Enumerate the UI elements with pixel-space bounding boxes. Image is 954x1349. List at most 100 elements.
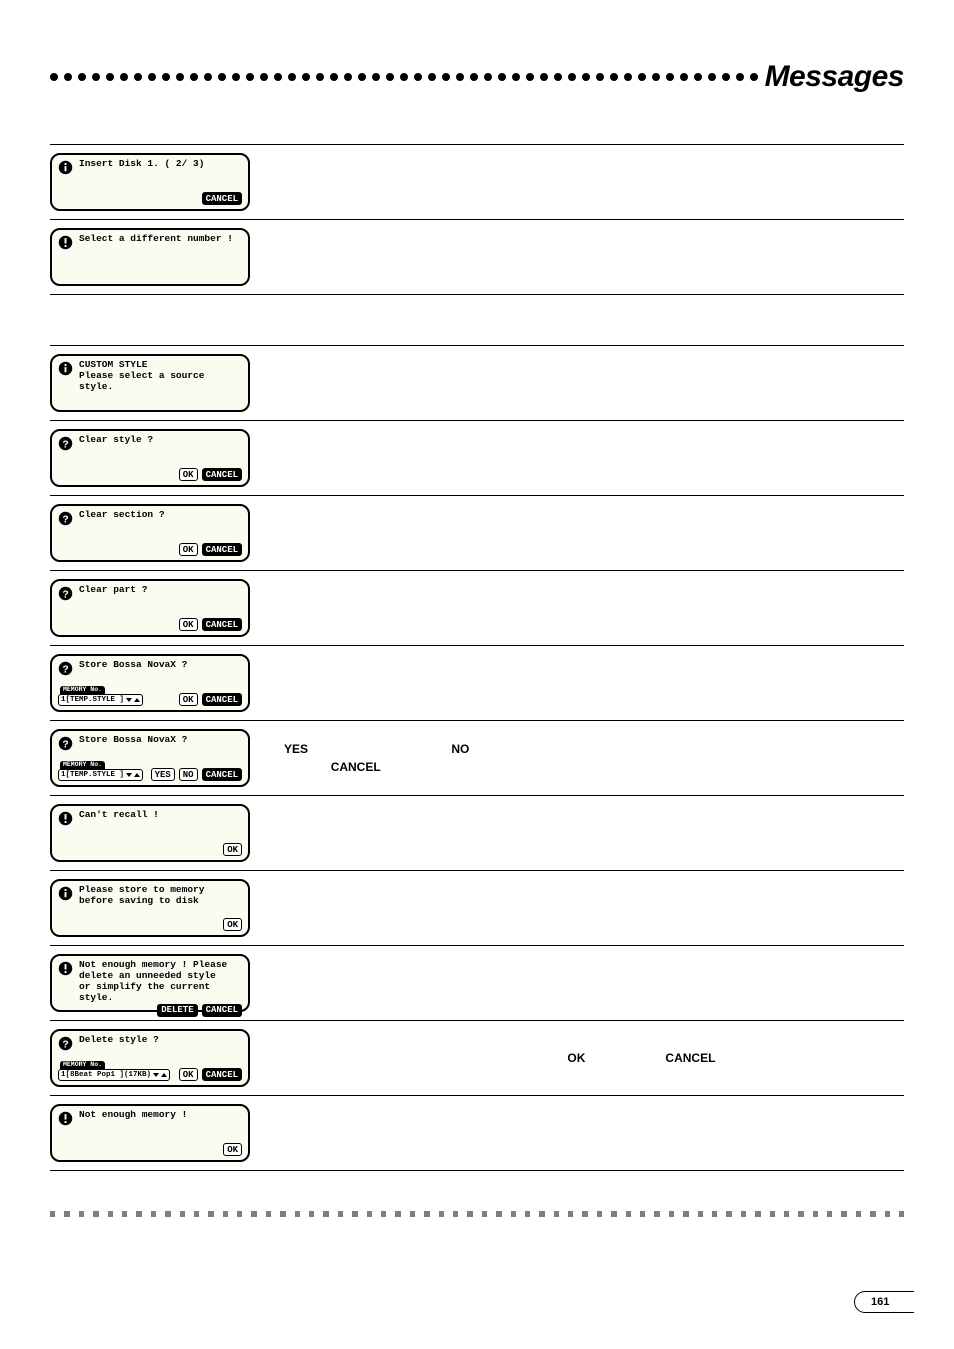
- footer-dots: [50, 1211, 904, 1217]
- cancel-button[interactable]: CANCEL: [202, 1004, 242, 1017]
- message-row: Store Bossa NovaX ? MEMORY No. 1[TEMP.ST…: [50, 721, 904, 796]
- lcd-panel: Select a different number !: [50, 228, 250, 286]
- lcd-message-text: Not enough memory !: [79, 1110, 187, 1121]
- lcd-panel: Please store to memory before saving to …: [50, 879, 250, 937]
- cancel-button[interactable]: CANCEL: [202, 543, 242, 556]
- lcd-panel: Delete style ? MEMORY No. 1[8Beat Pop1 ]…: [50, 1029, 250, 1087]
- lcd-panel: Can't recall ! OK: [50, 804, 250, 862]
- question-icon: [58, 511, 73, 526]
- ok-button[interactable]: OK: [223, 843, 242, 856]
- lcd-message-text: Clear style ?: [79, 435, 153, 446]
- lcd-message-text: Store Bossa NovaX ?: [79, 735, 187, 746]
- cancel-button[interactable]: CANCEL: [202, 768, 242, 781]
- lcd-column: Clear style ? OK CANCEL: [50, 421, 272, 495]
- ok-button[interactable]: OK: [179, 1068, 198, 1081]
- message-row: Select a different number !: [50, 220, 904, 295]
- lcd-column: Can't recall ! OK: [50, 796, 272, 870]
- cancel-button[interactable]: CANCEL: [202, 468, 242, 481]
- ok-button[interactable]: OK: [179, 468, 198, 481]
- yes-button[interactable]: YES: [151, 768, 175, 781]
- description-column: [272, 346, 904, 420]
- cancel-button[interactable]: CANCEL: [202, 693, 242, 706]
- lcd-message-text: Not enough memory ! Please delete an unn…: [79, 960, 227, 1004]
- page-header: Messages: [50, 60, 904, 94]
- memory-tab-label: MEMORY No.: [60, 1061, 105, 1069]
- message-row: Can't recall ! OK: [50, 796, 904, 871]
- exclaim-icon: [58, 811, 73, 826]
- cancel-button[interactable]: CANCEL: [202, 192, 242, 205]
- lcd-panel: Clear part ? OKCANCEL: [50, 579, 250, 637]
- no-button[interactable]: NO: [179, 768, 198, 781]
- memory-tab-label: MEMORY No.: [60, 761, 105, 769]
- memory-number-tab[interactable]: MEMORY No. 1[8Beat Pop1 ](17KB): [58, 1061, 170, 1081]
- lcd-button-row: MEMORY No. 1[8Beat Pop1 ](17KB) OK CANCEL: [58, 1061, 242, 1081]
- lcd-message-text: Clear section ?: [79, 510, 165, 521]
- lcd-button-row: OK CANCEL: [58, 468, 242, 481]
- page-number: 161: [854, 1291, 914, 1313]
- lcd-panel: Not enough memory ! OK: [50, 1104, 250, 1162]
- lcd-column: Insert Disk 1. ( 2/ 3) CANCEL: [50, 145, 272, 219]
- description-column: [272, 571, 904, 645]
- message-row: Please store to memory before saving to …: [50, 871, 904, 946]
- ok-button[interactable]: OK: [223, 918, 242, 931]
- memory-tab-body: 1[8Beat Pop1 ](17KB): [58, 1069, 170, 1081]
- message-row: CUSTOM STYLE Please select a source styl…: [50, 346, 904, 421]
- description-column: [272, 496, 904, 570]
- lcd-message-text: Store Bossa NovaX ?: [79, 660, 187, 671]
- description-column: [272, 946, 904, 1020]
- info-icon: [58, 160, 73, 175]
- lcd-column: Clear section ? OK CANCEL: [50, 496, 272, 570]
- message-row: Delete style ? MEMORY No. 1[8Beat Pop1 ]…: [50, 1021, 904, 1096]
- header-dots: [50, 73, 759, 81]
- row-description: OK CANCEL: [284, 1049, 715, 1067]
- lcd-panel: Clear section ? OK CANCEL: [50, 504, 250, 562]
- message-group-2: CUSTOM STYLE Please select a source styl…: [50, 346, 904, 1171]
- description-column: [272, 796, 904, 870]
- lcd-button-row: OK CANCEL: [58, 543, 242, 556]
- lcd-column: Clear part ? OKCANCEL: [50, 571, 272, 645]
- lcd-button-row: OK: [58, 918, 242, 931]
- message-row: Store Bossa NovaX ? MEMORY No. 1[TEMP.ST…: [50, 646, 904, 721]
- lcd-column: Store Bossa NovaX ? MEMORY No. 1[TEMP.ST…: [50, 721, 272, 795]
- delete-button[interactable]: DELETE: [157, 1004, 197, 1017]
- lcd-column: Not enough memory ! Please delete an unn…: [50, 946, 272, 1020]
- info-icon: [58, 886, 73, 901]
- lcd-message-text: Delete style ?: [79, 1035, 159, 1046]
- lcd-panel: Clear style ? OK CANCEL: [50, 429, 250, 487]
- description-column: [272, 421, 904, 495]
- description-column: [272, 871, 904, 945]
- lcd-button-row: DELETE CANCEL: [58, 1004, 242, 1017]
- lcd-message-text: Select a different number !: [79, 234, 233, 245]
- lcd-button-row: CANCEL: [58, 192, 242, 205]
- description-column: [272, 1096, 904, 1170]
- description-column: [272, 646, 904, 720]
- memory-number-tab[interactable]: MEMORY No. 1[TEMP.STYLE ]: [58, 761, 143, 781]
- ok-button[interactable]: OK: [179, 543, 198, 556]
- cancel-button[interactable]: CANCEL: [202, 1068, 242, 1081]
- lcd-panel: Store Bossa NovaX ? MEMORY No. 1[TEMP.ST…: [50, 729, 250, 787]
- lcd-panel: Store Bossa NovaX ? MEMORY No. 1[TEMP.ST…: [50, 654, 250, 712]
- message-row: Not enough memory ! OK: [50, 1096, 904, 1171]
- ok-button[interactable]: OK: [179, 618, 198, 631]
- description-column: YES NO CANCEL: [272, 721, 904, 795]
- lcd-panel: Not enough memory ! Please delete an unn…: [50, 954, 250, 1012]
- exclaim-icon: [58, 1111, 73, 1126]
- description-column: OK CANCEL: [272, 1021, 904, 1095]
- memory-tab-label: MEMORY No.: [60, 686, 105, 694]
- question-icon: [58, 1036, 73, 1051]
- memory-number-tab[interactable]: MEMORY No. 1[TEMP.STYLE ]: [58, 686, 143, 706]
- message-row: Clear section ? OK CANCEL: [50, 496, 904, 571]
- lcd-column: CUSTOM STYLE Please select a source styl…: [50, 346, 272, 420]
- cancel-button[interactable]: CANCEL: [202, 618, 242, 631]
- ok-button[interactable]: OK: [179, 693, 198, 706]
- lcd-button-row: OK: [58, 1143, 242, 1156]
- lcd-message-text: Insert Disk 1. ( 2/ 3): [79, 159, 204, 170]
- exclaim-icon: [58, 961, 73, 976]
- exclaim-icon: [58, 235, 73, 250]
- question-icon: [58, 736, 73, 751]
- question-icon: [58, 661, 73, 676]
- page-title: Messages: [765, 60, 904, 94]
- ok-button[interactable]: OK: [223, 1143, 242, 1156]
- info-icon: [58, 361, 73, 376]
- question-icon: [58, 586, 73, 601]
